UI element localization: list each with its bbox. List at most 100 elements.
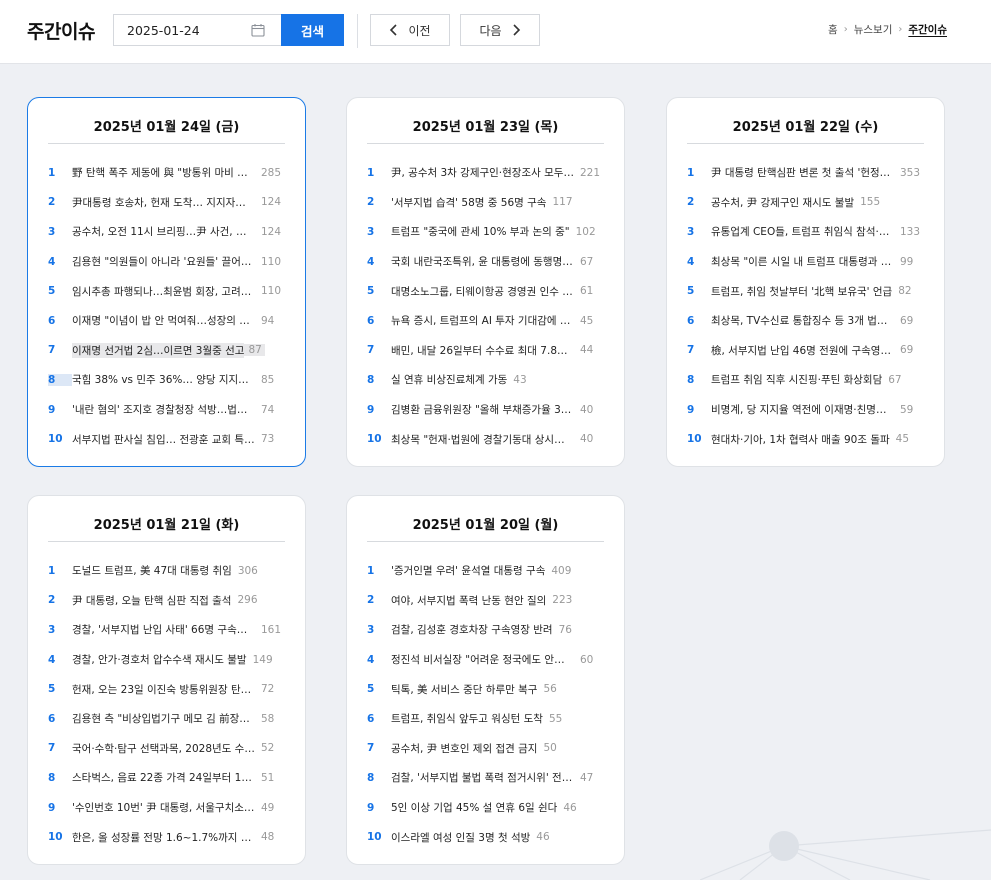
- headline-link[interactable]: 이재명 선거법 2심…이르면 3월중 선고: [72, 342, 245, 358]
- headline-link[interactable]: 실 연휴 비상진료체계 가동: [391, 372, 507, 387]
- headline-link[interactable]: 현대차·기아, 1차 협력사 매출 90조 돌파: [711, 432, 890, 447]
- headline-link[interactable]: 尹, 공수처 3차 강제구인·현장조사 모두 거부: [391, 165, 574, 180]
- list-item[interactable]: 6 김용현 측 "비상입법기구 메모 김 前장관이 작성" 58: [48, 704, 291, 734]
- next-button[interactable]: 다음: [460, 14, 540, 46]
- list-item[interactable]: 2 尹 대통령, 오늘 탄핵 심판 직접 출석 296: [48, 586, 291, 616]
- headline-link[interactable]: 임시추총 파행되나…최윤범 회장, 고려아연 경영권: [72, 284, 255, 299]
- list-item[interactable]: 8 실 연휴 비상진료체계 가동 43: [367, 365, 610, 395]
- headline-link[interactable]: 최상목, TV수신료 통합징수 등 3개 법안 거부권: [711, 313, 894, 328]
- calendar-icon[interactable]: [251, 23, 265, 37]
- date-picker[interactable]: [113, 14, 281, 46]
- list-item[interactable]: 7 배민, 내달 26일부터 수수료 최대 7.8%로 인하 44: [367, 336, 610, 366]
- headline-link[interactable]: '내란 혐의' 조지호 경찰청장 석방…법원 보석 허가: [72, 402, 255, 417]
- list-item[interactable]: 5 대명소노그룹, 티웨이항공 경영권 인수 본격화 61: [367, 276, 610, 306]
- headline-link[interactable]: 최상목 "이른 시일 내 트럼프 대통령과 통화 추진": [711, 254, 894, 269]
- list-item[interactable]: 7 공수처, 尹 변호인 제외 접견 금지 50: [367, 734, 610, 764]
- headline-link[interactable]: 트럼프 취임 직후 시진핑·푸틴 화상회담: [711, 372, 882, 387]
- headline-link[interactable]: 김용현 "의원들이 아니라 '요원들' 끌어내라 했다": [72, 254, 255, 269]
- headline-link[interactable]: 한은, 올 성장률 전망 1.6~1.7%까지 낮춰: [72, 830, 255, 845]
- list-item[interactable]: 2 공수처, 尹 강제구인 재시도 불발 155: [687, 188, 930, 218]
- headline-link[interactable]: 검찰, 김성훈 경호차장 구속영장 반려: [391, 622, 553, 637]
- headline-link[interactable]: 틱톡, 美 서비스 중단 하루만 복구: [391, 682, 537, 697]
- headline-link[interactable]: 국힘 38% vs 민주 36%… 양당 지지층 결집 양상: [72, 372, 255, 387]
- headline-link[interactable]: 尹 대통령, 오늘 탄핵 심판 직접 출석: [72, 593, 231, 608]
- headline-link[interactable]: 비명계, 당 지지율 역전에 이재명·친명계 책임론: [711, 402, 894, 417]
- headline-link[interactable]: 검찰, '서부지법 불법 폭력 점거시위' 전담수사팀: [391, 770, 574, 785]
- list-item[interactable]: 7 檢, 서부지법 난입 46명 전원에 구속영장 청구 69: [687, 336, 930, 366]
- headline-link[interactable]: 공수처, 尹 변호인 제외 접견 금지: [391, 741, 537, 756]
- headline-link[interactable]: 배민, 내달 26일부터 수수료 최대 7.8%로 인하: [391, 343, 574, 358]
- list-item[interactable]: 2 '서부지법 습격' 58명 중 56명 구속 117: [367, 188, 610, 218]
- headline-link[interactable]: '증거인멸 우려' 윤석열 대통령 구속: [391, 563, 545, 578]
- headline-link[interactable]: 5인 이상 기업 45% 설 연휴 6일 쉰다: [391, 800, 557, 815]
- search-button[interactable]: 검색: [281, 14, 344, 46]
- list-item[interactable]: 5 틱톡, 美 서비스 중단 하루만 복구 56: [367, 674, 610, 704]
- list-item[interactable]: 3 공수처, 오전 11시 브리핑…尹 사건, 검찰 송부 방침 124: [48, 217, 291, 247]
- list-item[interactable]: 5 헌재, 오는 23일 이진숙 방통위원장 탄핵심판 선고 72: [48, 674, 291, 704]
- list-item[interactable]: 5 임시추총 파행되나…최윤범 회장, 고려아연 경영권 110: [48, 276, 291, 306]
- list-item[interactable]: 6 트럼프, 취임식 앞두고 워싱턴 도착 55: [367, 704, 610, 734]
- headline-link[interactable]: 트럼프, 취임식 앞두고 워싱턴 도착: [391, 711, 543, 726]
- list-item[interactable]: 8 스타벅스, 음료 22종 가격 24일부터 100~200원 인상 51: [48, 763, 291, 793]
- list-item[interactable]: 4 최상목 "이른 시일 내 트럼프 대통령과 통화 추진" 99: [687, 247, 930, 277]
- list-item[interactable]: 4 김용현 "의원들이 아니라 '요원들' 끌어내라 했다" 110: [48, 247, 291, 277]
- list-item[interactable]: 9 '내란 혐의' 조지호 경찰청장 석방…법원 보석 허가 74: [48, 395, 291, 425]
- headline-link[interactable]: 대명소노그룹, 티웨이항공 경영권 인수 본격화: [391, 284, 574, 299]
- list-item[interactable]: 10 이스라엘 여성 인질 3명 첫 석방 46: [367, 822, 610, 852]
- headline-link[interactable]: 서부지법 판사실 침입… 전광훈 교회 특임전도사: [72, 432, 255, 447]
- headline-link[interactable]: 경찰, 안가·경호처 압수수색 재시도 불발: [72, 652, 247, 667]
- breadcrumb-home[interactable]: 홈: [828, 22, 838, 37]
- list-item[interactable]: 9 김병환 금융위원장 "올해 부채증가율 3.8% 관리" 40: [367, 395, 610, 425]
- list-item[interactable]: 3 유통업계 CEO들, 트럼프 취임식 참석·현지 네트워킹 133: [687, 217, 930, 247]
- list-item[interactable]: 10 최상목 "헌재·법원에 경찰기동대 상시배치 검토" 40: [367, 424, 610, 454]
- headline-link[interactable]: 이재명 "이념이 밥 안 먹여줘…성장의 길 찾겠다": [72, 313, 255, 328]
- headline-link[interactable]: '서부지법 습격' 58명 중 56명 구속: [391, 195, 546, 210]
- headline-link[interactable]: 트럼프, 취임 첫날부터 '北핵 보유국' 언급: [711, 284, 892, 299]
- headline-link[interactable]: 野 탄핵 폭주 제동에 與 "방통위 마비 사태 책임져야": [72, 165, 255, 180]
- date-input[interactable]: [114, 15, 244, 45]
- headline-link[interactable]: 국회 내란국조특위, 윤 대통령에 동행명령장 발부: [391, 254, 574, 269]
- headline-link[interactable]: 尹 대통령 탄핵심판 변론 첫 출석 '헌정사상 처음': [711, 165, 894, 180]
- list-item[interactable]: 7 국어·수학·탐구 선택과목, 2028년도 수능부터 폐지 52: [48, 734, 291, 764]
- list-item[interactable]: 1 野 탄핵 폭주 제동에 與 "방통위 마비 사태 책임져야" 285: [48, 158, 291, 188]
- list-item[interactable]: 6 뉴욕 증시, 트럼프의 AI 투자 기대감에 강세 마감 45: [367, 306, 610, 336]
- list-item[interactable]: 3 검찰, 김성훈 경호차장 구속영장 반려 76: [367, 615, 610, 645]
- list-item[interactable]: 9 비명계, 당 지지율 역전에 이재명·친명계 책임론 59: [687, 395, 930, 425]
- list-item[interactable]: 2 여야, 서부지법 폭력 난동 현안 질의 223: [367, 586, 610, 616]
- list-item[interactable]: 9 5인 이상 기업 45% 설 연휴 6일 쉰다 46: [367, 793, 610, 823]
- headline-link[interactable]: 도널드 트럼프, 美 47대 대통령 취임: [72, 563, 232, 578]
- list-item[interactable]: 8 검찰, '서부지법 불법 폭력 점거시위' 전담수사팀 47: [367, 763, 610, 793]
- headline-link[interactable]: '수인번호 10번' 尹 대통령, 서울구치소 독거실 수용: [72, 800, 255, 815]
- list-item[interactable]: 1 尹, 공수처 3차 강제구인·현장조사 모두 거부 221: [367, 158, 610, 188]
- headline-link[interactable]: 뉴욕 증시, 트럼프의 AI 투자 기대감에 강세 마감: [391, 313, 574, 328]
- list-item[interactable]: 3 경찰, '서부지법 난입 사태' 66명 구속영장 신청 161: [48, 615, 291, 645]
- list-item[interactable]: 4 정진석 비서실장 "어려운 정국에도 안정적 국정운영" 60: [367, 645, 610, 675]
- list-item[interactable]: 5 트럼프, 취임 첫날부터 '北핵 보유국' 언급 82: [687, 276, 930, 306]
- headline-link[interactable]: 이스라엘 여성 인질 3명 첫 석방: [391, 830, 530, 845]
- headline-link[interactable]: 공수처, 오전 11시 브리핑…尹 사건, 검찰 송부 방침: [72, 224, 255, 239]
- headline-link[interactable]: 경찰, '서부지법 난입 사태' 66명 구속영장 신청: [72, 622, 255, 637]
- list-item[interactable]: 4 경찰, 안가·경호처 압수수색 재시도 불발 149: [48, 645, 291, 675]
- list-item[interactable]: 1 '증거인멸 우려' 윤석열 대통령 구속 409: [367, 556, 610, 586]
- headline-link[interactable]: 국어·수학·탐구 선택과목, 2028년도 수능부터 폐지: [72, 741, 255, 756]
- list-item[interactable]: 9 '수인번호 10번' 尹 대통령, 서울구치소 독거실 수용 49: [48, 793, 291, 823]
- list-item[interactable]: 6 이재명 "이념이 밥 안 먹여줘…성장의 길 찾겠다" 94: [48, 306, 291, 336]
- list-item[interactable]: 8 트럼프 취임 직후 시진핑·푸틴 화상회담 67: [687, 365, 930, 395]
- breadcrumb-news[interactable]: 뉴스보기: [854, 22, 893, 37]
- list-item[interactable]: 1 도널드 트럼프, 美 47대 대통령 취임 306: [48, 556, 291, 586]
- headline-link[interactable]: 공수처, 尹 강제구인 재시도 불발: [711, 195, 854, 210]
- headline-link[interactable]: 최상목 "헌재·법원에 경찰기동대 상시배치 검토": [391, 432, 574, 447]
- headline-link[interactable]: 헌재, 오는 23일 이진숙 방통위원장 탄핵심판 선고: [72, 682, 255, 697]
- headline-link[interactable]: 스타벅스, 음료 22종 가격 24일부터 100~200원 인상: [72, 770, 255, 785]
- list-item[interactable]: 6 최상목, TV수신료 통합징수 등 3개 법안 거부권 69: [687, 306, 930, 336]
- headline-link[interactable]: 檢, 서부지법 난입 46명 전원에 구속영장 청구: [711, 343, 894, 358]
- list-item[interactable]: 10 현대차·기아, 1차 협력사 매출 90조 돌파 45: [687, 424, 930, 454]
- list-item[interactable]: 1 尹 대통령 탄핵심판 변론 첫 출석 '헌정사상 처음' 353: [687, 158, 930, 188]
- list-item[interactable]: 8국힘 38% vs 민주 36%… 양당 지지층 결집 양상 85: [48, 365, 291, 395]
- list-item[interactable]: 7 이재명 선거법 2심…이르면 3월중 선고 87: [48, 336, 291, 366]
- headline-link[interactable]: 트럼프 "중국에 관세 10% 부과 논의 중": [391, 224, 570, 239]
- list-item[interactable]: 4 국회 내란국조특위, 윤 대통령에 동행명령장 발부 67: [367, 247, 610, 277]
- headline-link[interactable]: 김용현 측 "비상입법기구 메모 김 前장관이 작성": [72, 711, 255, 726]
- prev-button[interactable]: 이전: [370, 14, 450, 46]
- list-item[interactable]: 3 트럼프 "중국에 관세 10% 부과 논의 중" 102: [367, 217, 610, 247]
